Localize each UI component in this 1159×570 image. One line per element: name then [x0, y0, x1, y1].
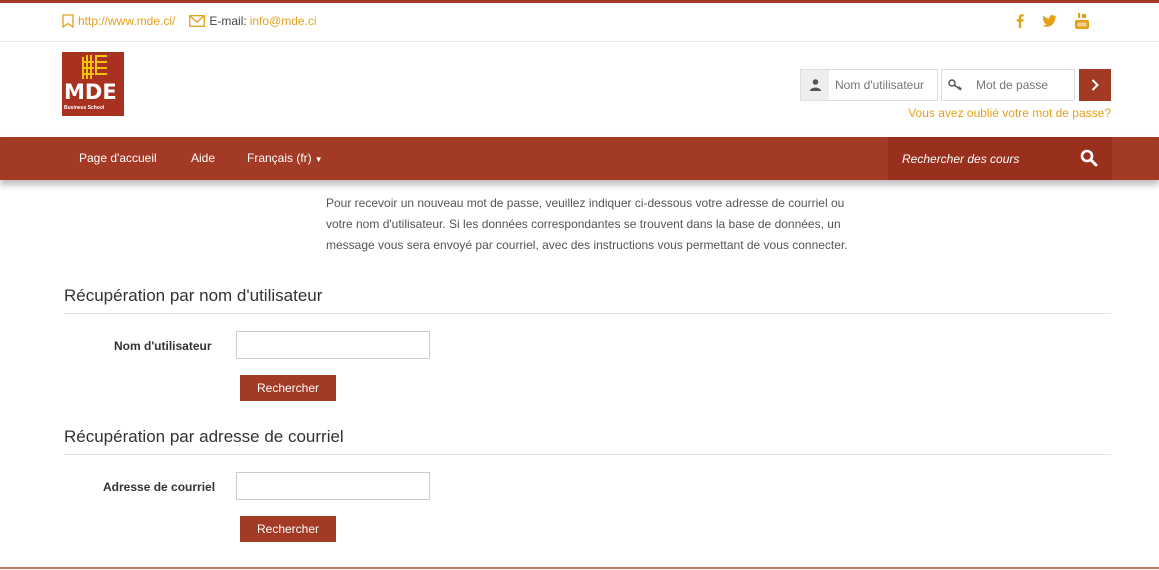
- site-header: MDE Business School Vous avez oublié vot…: [0, 42, 1159, 137]
- intro-text: Pour recevoir un nouveau mot de passe, v…: [326, 196, 848, 252]
- username-recovery-input[interactable]: [236, 331, 430, 359]
- social-links: [1016, 13, 1089, 29]
- contact-info: http://www.mde.ci/ E-mail: info@mde.ci: [62, 14, 317, 28]
- envelope-icon: [189, 15, 206, 27]
- main-navbar: Page d'accueil Aide Français (fr) ▼: [0, 137, 1159, 180]
- login-form: [800, 69, 1111, 101]
- logo-grid-icon: [82, 55, 107, 79]
- course-search-input[interactable]: [900, 149, 1054, 169]
- caret-down-icon: ▼: [314, 155, 323, 164]
- email-field-label: Adresse de courriel: [103, 480, 216, 494]
- email-label: E-mail:: [209, 14, 247, 28]
- email-search-button[interactable]: Rechercher: [240, 516, 336, 542]
- bottom-accent-bar: [0, 567, 1159, 569]
- username-field-label: Nom d'utilisateur: [114, 339, 212, 353]
- section-divider: [64, 313, 1111, 314]
- username-section-title: Récupération par nom d'utilisateur: [64, 286, 323, 305]
- password-box: [941, 69, 1075, 101]
- facebook-icon[interactable]: [1016, 14, 1024, 28]
- user-icon: [801, 70, 829, 100]
- section-divider: [64, 454, 1111, 455]
- email-link[interactable]: info@mde.ci: [250, 14, 317, 28]
- website-link[interactable]: http://www.mde.ci/: [78, 14, 175, 28]
- password-input[interactable]: [970, 71, 1074, 99]
- forgot-password-link[interactable]: Vous avez oublié votre mot de passe?: [908, 106, 1111, 120]
- bookmark-icon: [62, 14, 74, 28]
- top-contact-bar: http://www.mde.ci/ E-mail: info@mde.ci: [0, 3, 1159, 42]
- course-search: [888, 137, 1112, 180]
- key-icon: [942, 70, 970, 100]
- logo-subtext: Business School: [64, 105, 105, 111]
- email-section-title: Récupération par adresse de courriel: [64, 427, 344, 446]
- username-search-button[interactable]: Rechercher: [240, 375, 336, 401]
- username-box: [800, 69, 938, 101]
- login-submit-button[interactable]: [1079, 69, 1111, 101]
- nav-item-help[interactable]: Aide: [191, 151, 215, 165]
- search-icon[interactable]: [1080, 149, 1098, 167]
- twitter-icon[interactable]: [1042, 15, 1057, 27]
- mde-logo[interactable]: MDE Business School: [62, 52, 124, 116]
- nav-item-language[interactable]: Français (fr) ▼: [247, 151, 323, 165]
- chevron-right-icon: [1091, 79, 1099, 91]
- nav-item-home[interactable]: Page d'accueil: [79, 151, 157, 165]
- language-label: Français (fr): [247, 151, 312, 165]
- email-recovery-input[interactable]: [236, 472, 430, 500]
- logo-text: MDE: [64, 80, 117, 104]
- username-input[interactable]: [829, 71, 937, 99]
- youtube-icon[interactable]: [1075, 13, 1089, 29]
